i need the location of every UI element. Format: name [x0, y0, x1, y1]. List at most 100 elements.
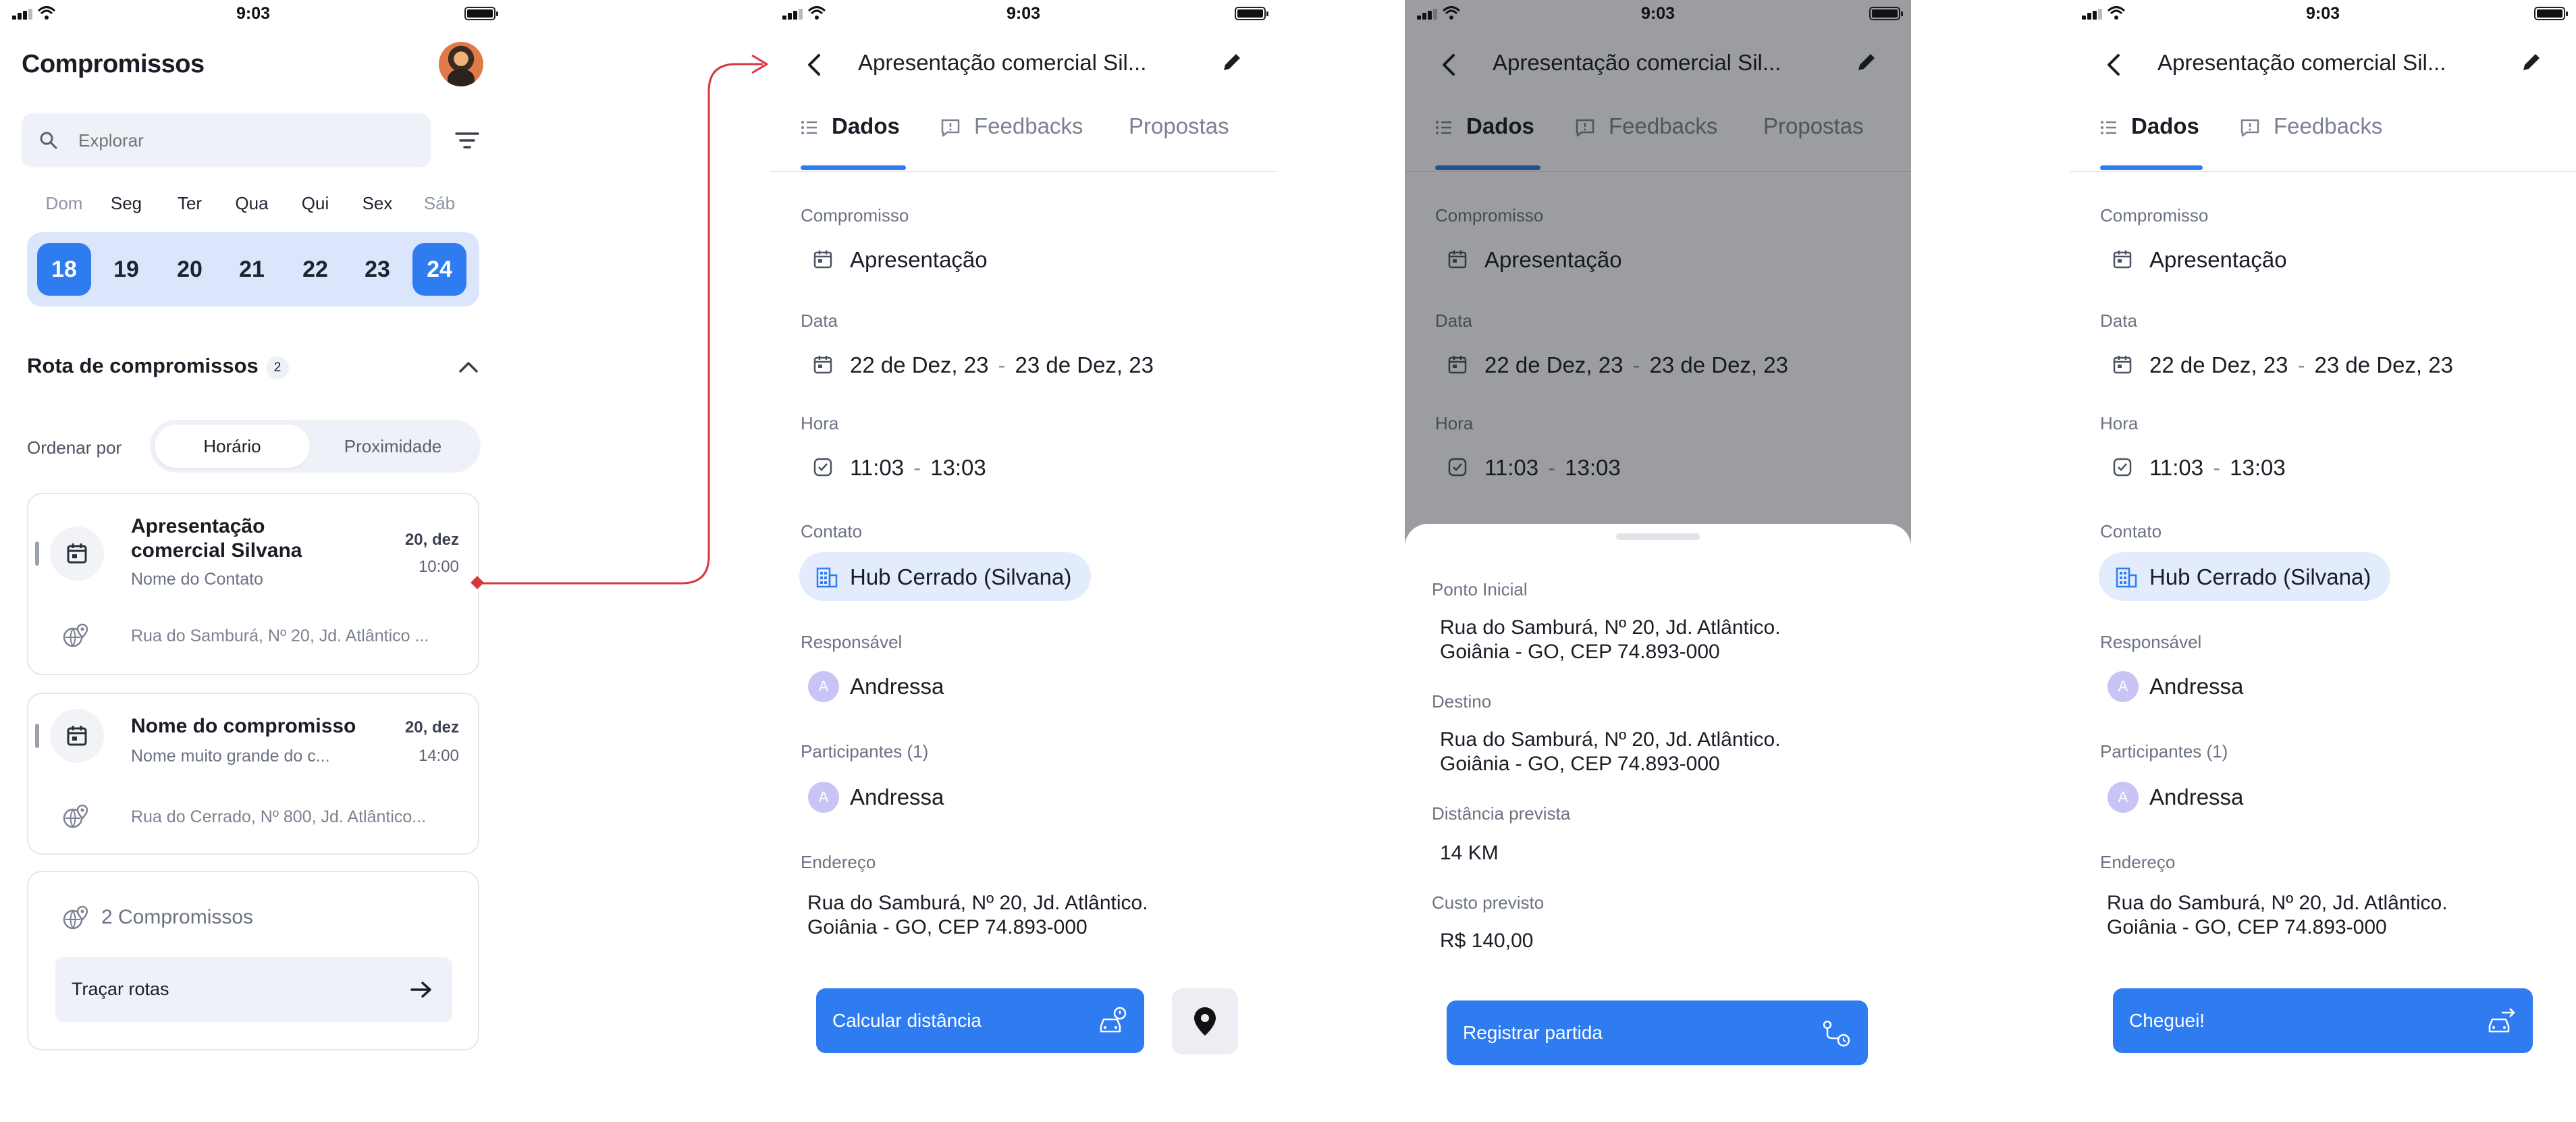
status-bar: 9:03 — [2070, 0, 2576, 28]
sort-option-proximidade[interactable]: Proximidade — [312, 425, 474, 468]
map-pin-icon — [1194, 1007, 1216, 1036]
sort-segmented-control: Horário Proximidade — [150, 420, 481, 473]
date-cell[interactable]: 20 — [163, 243, 217, 296]
status-time: 9:03 — [1006, 4, 1041, 23]
drag-handle[interactable] — [35, 724, 39, 748]
active-tab-indicator — [801, 165, 906, 170]
participante-value: Andressa — [2149, 784, 2244, 809]
tab-feedbacks[interactable]: Feedbacks — [2240, 113, 2382, 139]
arrived-button[interactable]: Cheguei! — [2113, 988, 2533, 1053]
field-label-data: Data — [801, 311, 838, 331]
status-bar: 9:03 — [0, 0, 506, 28]
contact-chip[interactable]: Hub Cerrado (Silvana) — [2099, 552, 2390, 601]
arrived-label: Cheguei! — [2129, 1010, 2205, 1031]
weekday-label: Ter — [177, 193, 203, 213]
field-label-hora: Hora — [2100, 413, 2139, 433]
tab-propostas[interactable]: Propostas — [1129, 113, 1229, 139]
feedback-icon — [941, 119, 960, 137]
field-label-hora: Hora — [801, 413, 839, 433]
contact-name: Hub Cerrado (Silvana) — [850, 564, 1072, 589]
search-input[interactable] — [78, 113, 416, 167]
arrow-right-icon — [410, 982, 431, 998]
filter-icon[interactable] — [454, 127, 481, 154]
back-arrow-icon[interactable] — [2103, 51, 2124, 78]
status-time: 9:03 — [236, 4, 271, 23]
drag-handle[interactable] — [35, 541, 39, 566]
appointment-card[interactable]: Apresentação comercial Silvana Nome do C… — [27, 493, 479, 675]
appointment-card[interactable]: Nome do compromisso Nome muito grande do… — [27, 693, 479, 855]
cost-value: R$ 140,00 — [1440, 930, 1534, 952]
participante-value: Andressa — [850, 784, 944, 809]
appointment-address: Rua do Samburá, Nº 20, Jd. Atlântico ... — [131, 626, 429, 645]
tab-feedbacks[interactable]: Feedbacks — [940, 113, 1083, 139]
edit-pencil-icon[interactable] — [1220, 50, 1244, 74]
appointment-title: Nome do compromisso — [131, 715, 356, 737]
date-cell[interactable]: 21 — [225, 243, 279, 296]
field-label-contato: Contato — [801, 521, 863, 541]
distance-bottom-sheet: Ponto Inicial Rua do Samburá, Nº 20, Jd.… — [1405, 524, 1911, 1122]
user-avatar[interactable] — [439, 42, 483, 86]
compromisso-value: Apresentação — [2149, 247, 2287, 272]
weekday-label: Sáb — [423, 193, 456, 213]
avatar: A — [2108, 671, 2139, 702]
start-point-line2: Goiânia - GO, CEP 74.893-000 — [1440, 641, 1720, 663]
date-end: 23 de Dez, 23 — [1015, 352, 1154, 377]
weekday-label: Qui — [301, 193, 329, 213]
date-cell[interactable]: 19 — [99, 243, 153, 296]
sort-option-horario[interactable]: Horário — [155, 425, 310, 468]
route-start-icon — [1823, 1020, 1850, 1047]
date-start: 22 de Dez, 23 — [850, 352, 989, 377]
search-bar[interactable] — [22, 113, 431, 167]
sort-label: Ordenar por — [27, 437, 122, 458]
arrived-screen: 9:03 Apresentação comercial Sil... Dados… — [2070, 0, 2576, 1122]
tab-dados[interactable]: Dados — [2100, 113, 2199, 139]
date-cell-selected[interactable]: 18 — [37, 243, 91, 296]
tab-divider — [770, 171, 1277, 172]
time-end: 13:03 — [2230, 455, 2286, 480]
start-point-label: Ponto Inicial — [1432, 579, 1528, 599]
chevron-up-icon[interactable] — [456, 356, 481, 377]
weekday-label: Dom — [45, 193, 83, 213]
calculate-distance-button[interactable]: Calcular distância — [816, 988, 1144, 1053]
status-time: 9:03 — [2305, 4, 2340, 23]
tab-label: Propostas — [1129, 113, 1229, 138]
appointment-title-line2: comercial Silvana — [131, 539, 302, 562]
address-line2: Goiânia - GO, CEP 74.893-000 — [2107, 916, 2387, 938]
register-departure-button[interactable]: Registrar partida — [1447, 1000, 1868, 1065]
calendar-icon — [67, 543, 87, 564]
field-label-contato: Contato — [2100, 521, 2162, 541]
sheet-grab-handle[interactable] — [1616, 533, 1700, 540]
field-label-compromisso: Compromisso — [2100, 205, 2209, 225]
calendar-icon-badge — [50, 527, 104, 581]
date-cell[interactable]: 23 — [350, 243, 404, 296]
destination-label: Destino — [1432, 691, 1492, 712]
cost-label: Custo previsto — [1432, 892, 1545, 913]
tab-label: Dados — [832, 113, 900, 138]
range-separator: - — [2213, 455, 2221, 480]
count-badge: 2 — [266, 356, 289, 379]
car-route-icon — [1100, 1007, 1127, 1033]
date-cell[interactable]: 22 — [288, 243, 342, 296]
appointment-time: 10:00 — [418, 558, 459, 576]
time-start: 11:03 — [850, 455, 905, 480]
appointment-date: 20, dez — [404, 531, 459, 549]
appointment-date: 20, dez — [404, 718, 459, 737]
map-pin-button[interactable] — [1172, 988, 1238, 1054]
time-end: 13:03 — [930, 455, 986, 480]
detail-title: Apresentação comercial Sil... — [858, 50, 1147, 75]
weekday-label: Seg — [110, 193, 142, 213]
trace-routes-button[interactable]: Traçar rotas — [55, 957, 452, 1022]
globe-pin-icon — [63, 804, 88, 828]
distance-value: 14 KM — [1440, 842, 1499, 864]
clock-check-icon — [2113, 458, 2132, 477]
tab-dados[interactable]: Dados — [801, 113, 900, 139]
date-cell-selected[interactable]: 24 — [412, 243, 466, 296]
address-line1: Rua do Samburá, Nº 20, Jd. Atlântico. — [2107, 892, 2448, 914]
back-arrow-icon[interactable] — [804, 51, 824, 78]
edit-pencil-icon[interactable] — [2519, 50, 2544, 74]
route-summary-card: 2 Compromissos Traçar rotas — [27, 871, 479, 1050]
time-start: 11:03 — [2149, 455, 2204, 480]
car-arrow-icon — [2488, 1008, 2515, 1033]
battery-icon — [2534, 7, 2568, 20]
contact-chip[interactable]: Hub Cerrado (Silvana) — [799, 552, 1091, 601]
